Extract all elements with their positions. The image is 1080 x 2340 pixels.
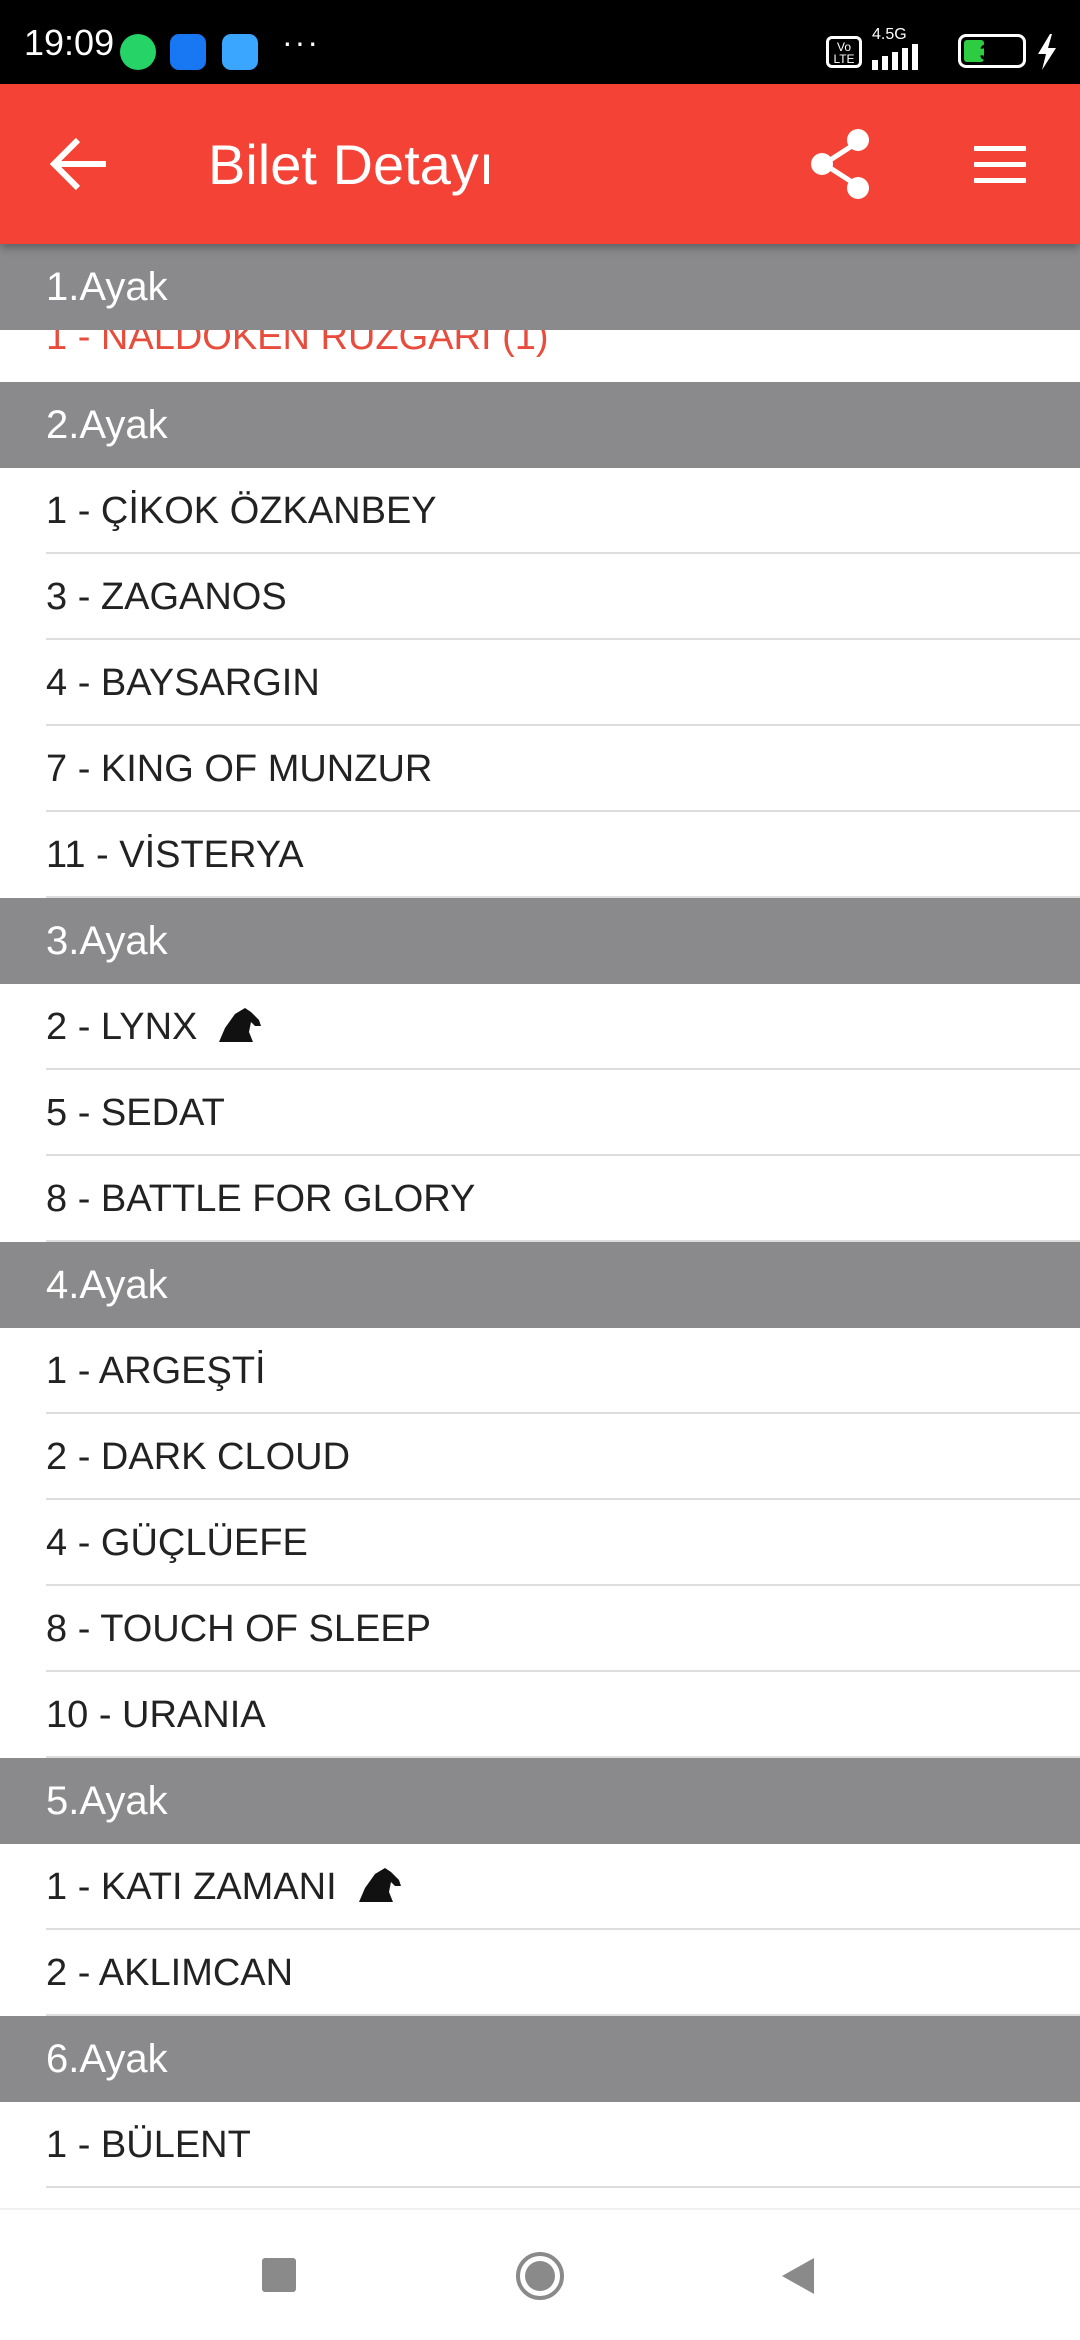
list-item[interactable]: 7 - KING OF MUNZUR: [0, 726, 1080, 812]
status-bar: 19:09 ··· Vo LTE 4.5G 35: [0, 0, 1080, 84]
row-divider: [46, 2186, 1080, 2188]
battery-icon: 35: [958, 34, 1026, 68]
arrow-left-icon: [49, 137, 106, 191]
section-header-2: 2.Ayak: [0, 382, 1080, 468]
recent-apps-icon[interactable]: [262, 2258, 296, 2292]
horse-name: 1 - ÇİKOK ÖZKANBEY: [46, 490, 437, 532]
list-item-label: 1 - KATI ZAMANI: [46, 1844, 403, 1930]
game-icon: [222, 34, 258, 70]
horse-name: 2 - LYNX: [46, 1006, 198, 1048]
section-header-1: 1.Ayak: [0, 244, 1080, 330]
status-time: 19:09: [24, 22, 115, 63]
horse-name: 4 - BAYSARGIN: [46, 662, 320, 704]
section-header-6: 6.Ayak: [0, 2016, 1080, 2102]
horse-name: 4 - GÜÇLÜEFE: [46, 1522, 308, 1564]
list-item[interactable]: 11 - VİSTERYA: [0, 812, 1080, 898]
list-item-label: 1 - ÇİKOK ÖZKANBEY: [46, 468, 437, 554]
list-item[interactable]: 1 - BÜLENT: [0, 2102, 1080, 2188]
list-item[interactable]: 2 - LYNX: [0, 984, 1080, 1070]
share-button[interactable]: [800, 124, 880, 204]
home-icon[interactable]: [514, 2250, 566, 2302]
facebook-icon: [170, 34, 206, 70]
list-item[interactable]: 1 - NALDÖKEN RÜZGARI (1): [0, 316, 1080, 382]
list-item-label: 4 - GÜÇLÜEFE: [46, 1500, 308, 1586]
horse-name: 10 - URANIA: [46, 1694, 266, 1736]
list-item[interactable]: 8 - BATTLE FOR GLORY: [0, 1156, 1080, 1242]
list-item[interactable]: 1 - KATI ZAMANI: [0, 1844, 1080, 1930]
list-item[interactable]: 5 - SEDAT: [0, 1070, 1080, 1156]
list-item-label: 3 - ZAGANOS: [46, 554, 287, 640]
list-item-label: 1 - ARGEŞTİ: [46, 1328, 266, 1414]
horse-name: 5 - SEDAT: [46, 1092, 225, 1134]
list-item[interactable]: 2 - AKLIMCAN: [0, 1930, 1080, 2016]
share-icon: [811, 129, 869, 199]
more-notifications-icon: ···: [282, 24, 320, 60]
horse-name: 1 - BÜLENT: [46, 2124, 251, 2166]
row-divider: [46, 2014, 1080, 2016]
row-divider: [46, 896, 1080, 898]
battery-level: 35: [979, 40, 1005, 65]
list-item-label: 5 - SEDAT: [46, 1070, 225, 1156]
horse-name: 1 - ARGEŞTİ: [46, 1350, 266, 1392]
row-divider: [46, 1756, 1080, 1758]
signal-icon: [872, 44, 918, 70]
page-title: Bilet Detayı: [208, 133, 495, 196]
list-item-label: 10 - URANIA: [46, 1672, 266, 1758]
list-item-label: 11 - VİSTERYA: [46, 812, 304, 898]
horse-name: 8 - TOUCH OF SLEEP: [46, 1608, 432, 1650]
list-item-label: 8 - TOUCH OF SLEEP: [46, 1586, 431, 1672]
volte-icon: Vo LTE: [826, 36, 862, 68]
horse-name: 1 - KATI ZAMANI: [46, 1866, 337, 1908]
back-button[interactable]: [40, 128, 120, 200]
list-item[interactable]: 4 - BAYSARGIN: [0, 640, 1080, 726]
system-nav-bar: [0, 2208, 1080, 2340]
horse-name: 2 - DARK CLOUD: [46, 1436, 351, 1478]
list-item-label: 2 - LYNX: [46, 984, 263, 1070]
horse-head-icon: [219, 1007, 262, 1042]
list-item[interactable]: 8 - TOUCH OF SLEEP: [0, 1586, 1080, 1672]
horse-head-icon: [358, 1867, 401, 1902]
list-item[interactable]: 1 - ARGEŞTİ: [0, 1328, 1080, 1414]
list-item[interactable]: 2 - DARK CLOUD: [0, 1414, 1080, 1500]
charging-icon: [1038, 34, 1056, 70]
list-item-label: 4 - BAYSARGIN: [46, 640, 320, 726]
ticket-leg-list: 1 - NALDÖKEN RÜZGARI (1) 2.Ayak 1 - ÇİKOK…: [0, 244, 1080, 2208]
list-item-label: 1 - BÜLENT: [46, 2102, 251, 2188]
app-bar: Bilet Detayı: [0, 84, 1080, 244]
horse-name: 11 - VİSTERYA: [46, 834, 304, 876]
back-triangle-icon[interactable]: [778, 2254, 818, 2298]
list-item-label: 8 - BATTLE FOR GLORY: [46, 1156, 475, 1242]
network-type: 4.5G: [872, 26, 907, 43]
row-divider: [46, 1240, 1080, 1242]
section-header-4: 4.Ayak: [0, 1242, 1080, 1328]
list-item[interactable]: 1 - ÇİKOK ÖZKANBEY: [0, 468, 1080, 554]
section-header-3: 3.Ayak: [0, 898, 1080, 984]
horse-name: 7 - KING OF MUNZUR: [46, 748, 433, 790]
list-item-label: 2 - AKLIMCAN: [46, 1930, 293, 2016]
menu-button[interactable]: [960, 124, 1040, 204]
list-item[interactable]: 10 - URANIA: [0, 1672, 1080, 1758]
horse-name: 2 - AKLIMCAN: [46, 1952, 294, 1994]
whatsapp-icon: [120, 34, 156, 70]
horse-name: 8 - BATTLE FOR GLORY: [46, 1178, 476, 1220]
list-item-label: 7 - KING OF MUNZUR: [46, 726, 432, 812]
section-header-5: 5.Ayak: [0, 1758, 1080, 1844]
list-item[interactable]: 3 - ZAGANOS: [0, 554, 1080, 640]
hamburger-menu-icon: [974, 146, 1026, 183]
horse-name: 3 - ZAGANOS: [46, 576, 287, 618]
list-item-label: 2 - DARK CLOUD: [46, 1414, 350, 1500]
list-item[interactable]: 4 - GÜÇLÜEFE: [0, 1500, 1080, 1586]
